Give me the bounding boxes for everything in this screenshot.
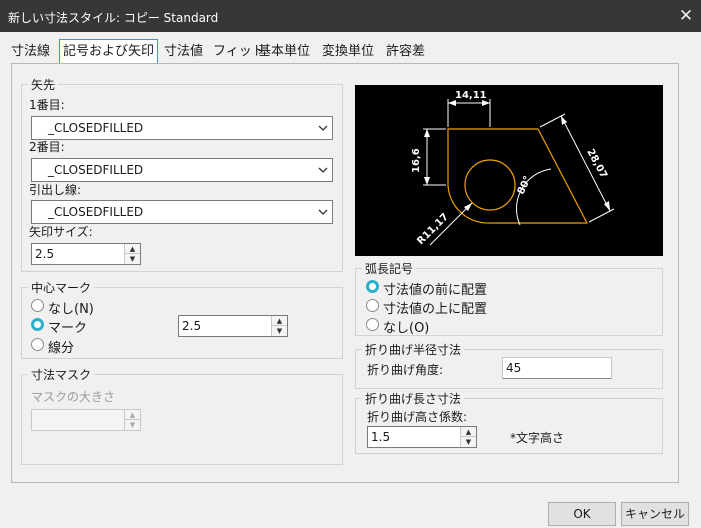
preview-dim-top: 14,11: [455, 90, 487, 101]
arc-before-text-label: 寸法値の前に配置: [383, 283, 488, 298]
first-arrow-select[interactable]: _CLOSEDFILLED: [31, 116, 333, 140]
radio-indicator: [31, 299, 44, 312]
tab-text[interactable]: 寸法値: [164, 41, 203, 63]
stepper-buttons: ▲ ▼: [460, 427, 476, 447]
stepper-down-icon[interactable]: ▼: [125, 420, 140, 430]
mask-size-stepper[interactable]: ▲ ▼: [31, 409, 141, 431]
arc-none-label: なし(O): [383, 321, 430, 336]
arrow-size-label: 矢印サイズ:: [29, 225, 93, 239]
stepper-buttons: ▲ ▼: [124, 410, 140, 430]
center-mark-size-stepper[interactable]: 2.5 ▲ ▼: [178, 315, 288, 337]
jog-angle-input[interactable]: 45: [502, 357, 612, 379]
center-mark-group-label: 中心マーク: [31, 281, 92, 295]
first-arrow-value: _CLOSEDFILLED: [48, 121, 144, 135]
jog-angle-value: 45: [506, 361, 522, 375]
tab-symbols-arrows[interactable]: 記号および矢印: [59, 39, 159, 64]
mask-size-label: マスクの大きさ: [31, 390, 116, 404]
stepper-buttons: ▲ ▼: [124, 244, 140, 264]
arc-length-group-label: 弧長記号: [365, 262, 414, 276]
preview-dim-left: 16,6: [411, 148, 422, 173]
arc-above-text-label: 寸法値の上に配置: [383, 302, 488, 317]
preview-drawing: 14,11 16,6 28,07 80° R11,17: [411, 90, 615, 247]
stepper-buttons: ▲ ▼: [271, 316, 287, 336]
stepper-down-icon[interactable]: ▼: [272, 326, 287, 336]
radio-indicator-selected: [31, 318, 44, 331]
jog-linear-group-label: 折り曲げ長さ寸法: [365, 392, 462, 406]
jog-angle-label: 折り曲げ角度:: [367, 363, 444, 377]
center-mark-mark-label: マーク: [48, 321, 88, 336]
tab-tolerances[interactable]: 許容差: [386, 41, 425, 63]
radio-indicator: [31, 338, 44, 351]
radio-indicator: [366, 318, 379, 331]
chevron-down-icon: [318, 167, 328, 173]
ok-button[interactable]: OK: [548, 502, 616, 526]
tab-alternate-units[interactable]: 変換単位: [322, 41, 374, 63]
radio-indicator: [366, 299, 379, 312]
second-arrow-select[interactable]: _CLOSEDFILLED: [31, 158, 333, 182]
preview-arrowheads: [424, 100, 610, 211]
arrow-size-stepper[interactable]: 2.5 ▲ ▼: [31, 243, 141, 265]
chevron-down-icon: [318, 125, 328, 131]
cancel-button[interactable]: キャンセル: [621, 502, 689, 526]
radio-indicator-selected: [366, 280, 379, 293]
second-arrow-label: 2番目:: [29, 140, 65, 154]
dimension-preview: 14,11 16,6 28,07 80° R11,17: [355, 85, 663, 256]
center-mark-line-label: 線分: [48, 341, 75, 356]
stepper-up-icon[interactable]: ▲: [125, 410, 140, 420]
stepper-up-icon[interactable]: ▲: [272, 316, 287, 326]
jog-radius-group-label: 折り曲げ半径寸法: [365, 343, 462, 357]
tab-fit[interactable]: フィット: [213, 41, 265, 63]
chevron-down-icon: [318, 209, 328, 215]
tab-dimension-lines[interactable]: 寸法線: [11, 41, 50, 63]
window-title: 新しい寸法スタイル: コピー Standard: [8, 11, 219, 25]
first-arrow-label: 1番目:: [29, 98, 65, 112]
jog-height-factor-stepper[interactable]: 1.5 ▲ ▼: [367, 426, 477, 448]
center-mark-size-value: 2.5: [182, 319, 202, 333]
jog-height-factor-value: 1.5: [371, 430, 391, 444]
center-mark-none-label: なし(N): [48, 302, 94, 317]
arrowheads-group-label: 矢先: [31, 78, 56, 92]
second-arrow-value: _CLOSEDFILLED: [48, 163, 144, 177]
jog-height-factor-label: 折り曲げ高さ係数:: [367, 410, 468, 424]
stepper-up-icon[interactable]: ▲: [461, 427, 476, 437]
title-bar: 新しい寸法スタイル: コピー Standard ✕: [0, 0, 701, 32]
leader-arrow-label: 引出し線:: [29, 183, 82, 197]
text-height-unit-label: *文字高さ: [510, 431, 565, 445]
close-icon[interactable]: ✕: [671, 0, 701, 32]
stepper-down-icon[interactable]: ▼: [461, 437, 476, 447]
tab-primary-units[interactable]: 基本単位: [258, 41, 310, 63]
stepper-down-icon[interactable]: ▼: [125, 254, 140, 264]
preview-dim-right: 28,07: [584, 147, 609, 180]
leader-arrow-select[interactable]: _CLOSEDFILLED: [31, 200, 333, 224]
leader-arrow-value: _CLOSEDFILLED: [48, 205, 144, 219]
arrow-size-value: 2.5: [35, 247, 55, 261]
stepper-up-icon[interactable]: ▲: [125, 244, 140, 254]
dimension-mask-group-label: 寸法マスク: [31, 368, 92, 382]
